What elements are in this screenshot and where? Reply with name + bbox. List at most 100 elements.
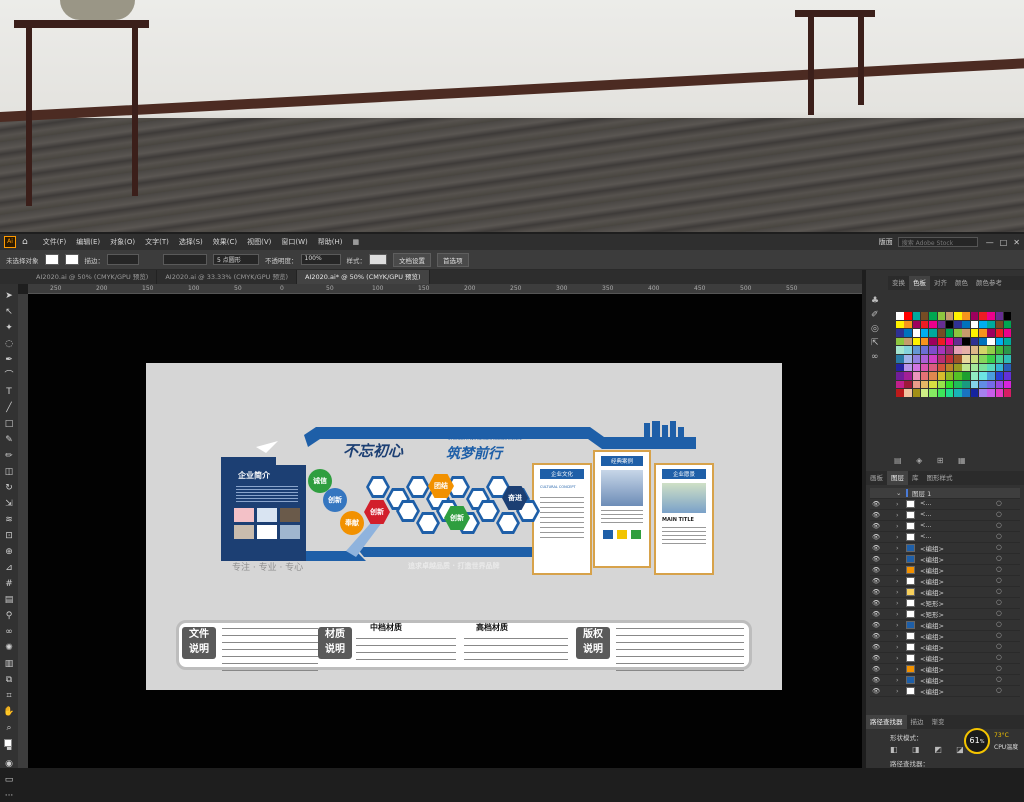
stroke-weight-field[interactable] [107, 254, 139, 265]
color-swatch[interactable] [912, 329, 921, 337]
color-swatch[interactable] [896, 346, 904, 354]
layer-name[interactable]: <编组> [920, 620, 944, 630]
layer-name[interactable]: <编组> [920, 642, 944, 652]
color-swatch[interactable] [896, 380, 904, 389]
color-swatch[interactable] [987, 355, 995, 363]
menu-type[interactable]: 文字(T) [140, 237, 174, 247]
rotate-icon[interactable]: ↻ [3, 482, 15, 494]
tab-libraries[interactable]: 库 [908, 471, 923, 485]
color-swatch[interactable] [920, 312, 929, 320]
color-swatch[interactable] [995, 346, 1004, 354]
color-swatch[interactable] [904, 346, 912, 354]
color-swatch[interactable] [962, 389, 970, 397]
target-icon[interactable]: ○ [996, 565, 1002, 573]
tab-graphic-styles[interactable]: 图形样式 [923, 471, 957, 485]
target-icon[interactable]: ○ [996, 609, 1002, 617]
color-swatch[interactable] [962, 337, 970, 346]
layer-row[interactable]: 👁 › <... ○ [870, 521, 1020, 532]
expand-icon[interactable]: › [896, 621, 899, 629]
brushes-icon[interactable]: ✐ [871, 310, 883, 320]
color-swatch[interactable] [1003, 389, 1012, 397]
free-transform-icon[interactable]: ⊡ [3, 530, 15, 542]
color-swatch[interactable] [912, 389, 921, 397]
menu-view[interactable]: 视图(V) [242, 237, 276, 247]
visibility-eye-icon[interactable]: 👁 [872, 676, 880, 684]
color-swatch[interactable] [912, 312, 921, 320]
menu-effect[interactable]: 效果(C) [208, 237, 242, 247]
layer-row[interactable]: ⌄ 图层 1 [870, 488, 1020, 499]
color-swatch[interactable] [929, 389, 937, 397]
color-swatch[interactable] [920, 363, 929, 372]
color-swatch[interactable] [945, 363, 954, 372]
type-tool-icon[interactable]: T [3, 386, 15, 398]
color-swatch[interactable] [896, 389, 904, 397]
color-swatch[interactable] [920, 355, 929, 363]
color-swatch[interactable] [979, 337, 987, 346]
color-swatch[interactable] [954, 346, 962, 354]
menu-object[interactable]: 对象(O) [105, 237, 140, 247]
color-swatch[interactable] [954, 320, 962, 329]
artboard[interactable]: 不忘初心 筑梦前行 STRENGTH WITNESSES MAGNIFICENC… [146, 363, 782, 690]
color-swatch[interactable] [937, 372, 946, 380]
color-swatch[interactable] [896, 355, 904, 363]
line-tool-icon[interactable]: ╱ [3, 402, 15, 414]
color-swatch[interactable] [896, 372, 904, 380]
color-swatch[interactable] [929, 346, 937, 354]
color-swatch[interactable] [920, 329, 929, 337]
variable-width-field[interactable] [163, 254, 207, 265]
color-swatch[interactable] [945, 389, 954, 397]
color-swatch[interactable] [954, 372, 962, 380]
layer-row[interactable]: 👁 › <编组> ○ [870, 642, 1020, 653]
color-swatch[interactable] [970, 363, 979, 372]
color-swatch[interactable] [929, 337, 937, 346]
doc-tab-active[interactable]: AI2020.ai* @ 50% (CMYK/GPU 预览) [297, 270, 430, 284]
color-swatch[interactable] [954, 312, 962, 320]
target-icon[interactable]: ○ [996, 653, 1002, 661]
color-swatch[interactable] [979, 312, 987, 320]
scale-icon[interactable]: ⇲ [3, 498, 15, 510]
artboard-tool-icon[interactable]: ⧉ [3, 674, 15, 686]
graph-tool-icon[interactable]: ▥ [3, 658, 15, 670]
visibility-eye-icon[interactable]: 👁 [872, 544, 880, 552]
color-swatch[interactable] [920, 372, 929, 380]
color-swatch[interactable] [954, 329, 962, 337]
tab-align[interactable]: 对齐 [930, 276, 951, 290]
target-icon[interactable]: ○ [996, 642, 1002, 650]
expand-icon[interactable]: › [896, 588, 899, 596]
color-swatch[interactable] [896, 329, 904, 337]
color-swatch[interactable] [954, 337, 962, 346]
direct-select-tool-icon[interactable]: ↖ [3, 306, 15, 318]
color-swatch[interactable] [945, 355, 954, 363]
layer-name[interactable]: <编组> [920, 587, 944, 597]
target-icon[interactable]: ○ [996, 675, 1002, 683]
layer-name[interactable]: 图层 1 [912, 488, 931, 498]
expand-icon[interactable]: › [896, 566, 899, 574]
layer-name[interactable]: <编组> [920, 543, 944, 553]
visibility-eye-icon[interactable]: 👁 [872, 632, 880, 640]
tab-swatches[interactable]: 色板 [909, 276, 930, 290]
target-icon[interactable]: ○ [996, 532, 1002, 540]
layer-row[interactable]: 👁 › <编组> ○ [870, 620, 1020, 631]
layer-name[interactable]: <... [920, 532, 932, 540]
color-swatch[interactable] [920, 380, 929, 389]
color-swatch[interactable] [979, 363, 987, 372]
layer-name[interactable]: <编组> [920, 653, 944, 663]
layer-row[interactable]: 👁 › <... ○ [870, 499, 1020, 510]
color-swatch[interactable] [970, 355, 979, 363]
target-icon[interactable]: ○ [996, 631, 1002, 639]
color-swatch[interactable] [929, 355, 937, 363]
color-swatch[interactable] [987, 320, 995, 329]
color-swatch[interactable] [904, 372, 912, 380]
color-swatch[interactable] [979, 372, 987, 380]
pen-tool-icon[interactable]: ✒ [3, 354, 15, 366]
color-swatch[interactable] [904, 355, 912, 363]
maximize-icon[interactable]: □ [1000, 238, 1008, 247]
target-icon[interactable]: ○ [996, 521, 1002, 529]
color-swatch[interactable] [987, 363, 995, 372]
color-swatch[interactable] [945, 320, 954, 329]
expand-icon[interactable]: › [896, 632, 899, 640]
curvature-icon[interactable]: ⌒ [3, 370, 15, 382]
color-swatch[interactable] [979, 320, 987, 329]
expand-icon[interactable]: › [896, 533, 899, 541]
color-swatch[interactable] [920, 346, 929, 354]
